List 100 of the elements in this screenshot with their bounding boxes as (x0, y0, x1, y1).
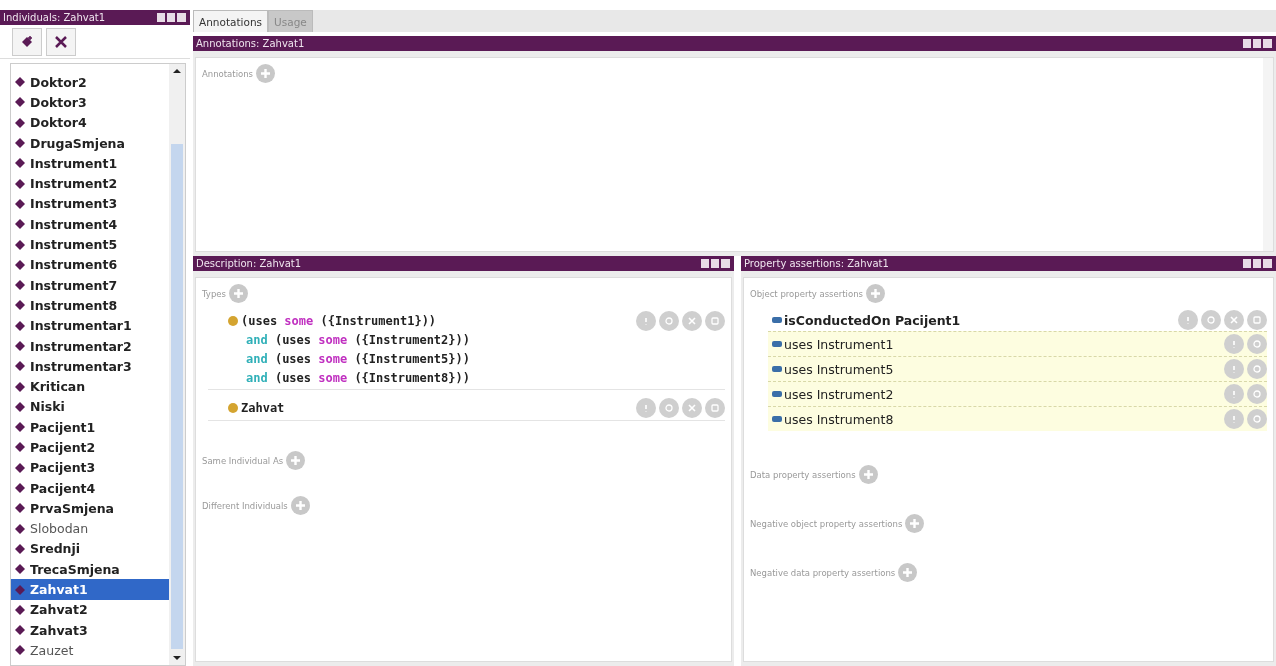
view-controls-icon[interactable] (701, 259, 731, 268)
individual-item[interactable]: Pacijent4 (11, 477, 169, 499)
help-button[interactable] (1224, 409, 1244, 429)
add-button[interactable] (290, 496, 310, 515)
individual-item[interactable]: Instrumentar3 (11, 356, 169, 377)
individual-item[interactable]: Zahvat2 (11, 599, 169, 620)
panel-title: Annotations: Zahvat1 (196, 38, 305, 49)
add-button[interactable] (898, 563, 918, 582)
circle-icon (1252, 414, 1262, 424)
class-expression-line: and (uses some ({Instrument2})) (246, 332, 470, 347)
delete-button[interactable] (1224, 310, 1244, 330)
diamond-icon (15, 604, 25, 615)
individual-item[interactable]: PrvaSmjena (11, 498, 169, 519)
plus-icon (260, 68, 272, 79)
help-button[interactable] (1224, 359, 1244, 379)
class-dot-icon (228, 315, 238, 326)
individual-item[interactable]: Zauzet (11, 640, 169, 661)
individual-item[interactable]: Instrument3 (11, 193, 169, 215)
panel-title: Description: Zahvat1 (196, 258, 302, 269)
property-assertion-row[interactable]: uses Instrument2 (768, 381, 1267, 406)
diamond-icon (15, 320, 25, 331)
circle-icon (1252, 339, 1262, 349)
property-assertion-row[interactable]: isConductedOn Pacijent1 (768, 309, 1267, 331)
help-button[interactable] (1224, 384, 1244, 404)
diamond-icon (15, 198, 25, 209)
individual-item[interactable]: Doktor2 (11, 72, 169, 93)
annotate-button[interactable] (659, 398, 679, 418)
add-individual-button[interactable] (12, 28, 42, 56)
diamond-icon (15, 280, 25, 291)
edit-button[interactable] (1247, 310, 1267, 330)
individual-item[interactable]: Instrument5 (11, 234, 169, 255)
close-icon (687, 403, 697, 413)
assertion-text: uses Instrument8 (784, 411, 895, 427)
individual-item[interactable]: Kritican (11, 376, 169, 397)
individual-item[interactable]: Instrument1 (11, 153, 169, 174)
individual-item[interactable]: Instrumentar1 (11, 315, 169, 336)
delete-button[interactable] (682, 398, 702, 418)
diamond-icon (15, 300, 25, 311)
add-button[interactable] (256, 64, 276, 83)
individual-item[interactable]: Zahvat1 (11, 579, 169, 600)
square-icon (710, 316, 720, 326)
individual-item[interactable]: Instrument2 (11, 173, 169, 194)
help-button[interactable] (1224, 334, 1244, 354)
class-dot-icon (228, 402, 238, 413)
add-button[interactable] (905, 514, 925, 533)
annotate-button[interactable] (1201, 310, 1221, 330)
individual-item[interactable]: Pacijent3 (11, 457, 169, 478)
add-button[interactable] (866, 284, 885, 303)
property-assertion-row[interactable]: uses Instrument1 (768, 331, 1267, 356)
diamond-icon (15, 503, 25, 514)
individual-item[interactable]: Zahvat3 (11, 620, 169, 641)
help-button[interactable] (636, 398, 656, 418)
view-controls-icon[interactable] (1243, 259, 1273, 268)
scroll-down-icon[interactable] (173, 655, 181, 661)
property-assertion-row[interactable]: uses Instrument8 (768, 406, 1267, 431)
plus-icon (909, 518, 921, 529)
individual-item[interactable]: Instrument7 (11, 274, 169, 296)
individual-item[interactable]: Instrumentar2 (11, 335, 169, 357)
individual-item[interactable]: DrugaSmjena (11, 132, 169, 154)
view-controls-icon[interactable] (157, 13, 187, 22)
property-icon (772, 366, 782, 372)
help-button[interactable] (1178, 310, 1198, 330)
individual-item[interactable]: TrecaSmjena (11, 559, 169, 580)
individual-item[interactable]: Instrument6 (11, 254, 169, 275)
individual-item[interactable]: Instrument4 (11, 214, 169, 235)
scroll-up-icon[interactable] (173, 68, 181, 74)
annotate-button[interactable] (659, 311, 679, 331)
add-button[interactable] (286, 451, 306, 470)
edit-button[interactable] (705, 398, 725, 418)
individual-item[interactable]: Slobodan (11, 518, 169, 539)
annotate-button[interactable] (1247, 359, 1267, 379)
annotate-button[interactable] (1247, 409, 1267, 429)
scrollbar[interactable] (169, 64, 185, 665)
individual-item[interactable]: Doktor4 (11, 112, 169, 133)
delete-individual-button[interactable] (46, 28, 76, 56)
diamond-icon (15, 381, 25, 392)
assertion-text: isConductedOn Pacijent1 (784, 312, 962, 328)
property-icon (772, 317, 782, 323)
individual-item[interactable]: Doktor3 (11, 92, 169, 113)
edit-button[interactable] (705, 311, 725, 331)
individual-item[interactable]: Srednji (11, 538, 169, 560)
annotate-button[interactable] (1247, 334, 1267, 354)
circle-icon (664, 403, 674, 413)
delete-button[interactable] (682, 311, 702, 331)
individual-item[interactable]: Pacijent1 (11, 417, 169, 438)
plus-icon (862, 469, 874, 480)
section-label: Negative object property assertions (750, 518, 903, 529)
tab[interactable]: Annotations (193, 10, 269, 32)
assertion-text: uses Instrument5 (784, 361, 895, 377)
add-button[interactable] (858, 465, 878, 484)
help-button[interactable] (636, 311, 656, 331)
individual-item[interactable]: Niski (11, 396, 169, 418)
individual-item[interactable]: Pacijent2 (11, 437, 169, 458)
section-label: Types (202, 288, 226, 299)
add-button[interactable] (228, 284, 248, 303)
property-assertion-row[interactable]: uses Instrument5 (768, 356, 1267, 381)
view-controls-icon[interactable] (1243, 39, 1273, 48)
scrollbar[interactable] (1263, 58, 1273, 251)
annotate-button[interactable] (1247, 384, 1267, 404)
individual-item[interactable]: Instrument8 (11, 295, 169, 316)
